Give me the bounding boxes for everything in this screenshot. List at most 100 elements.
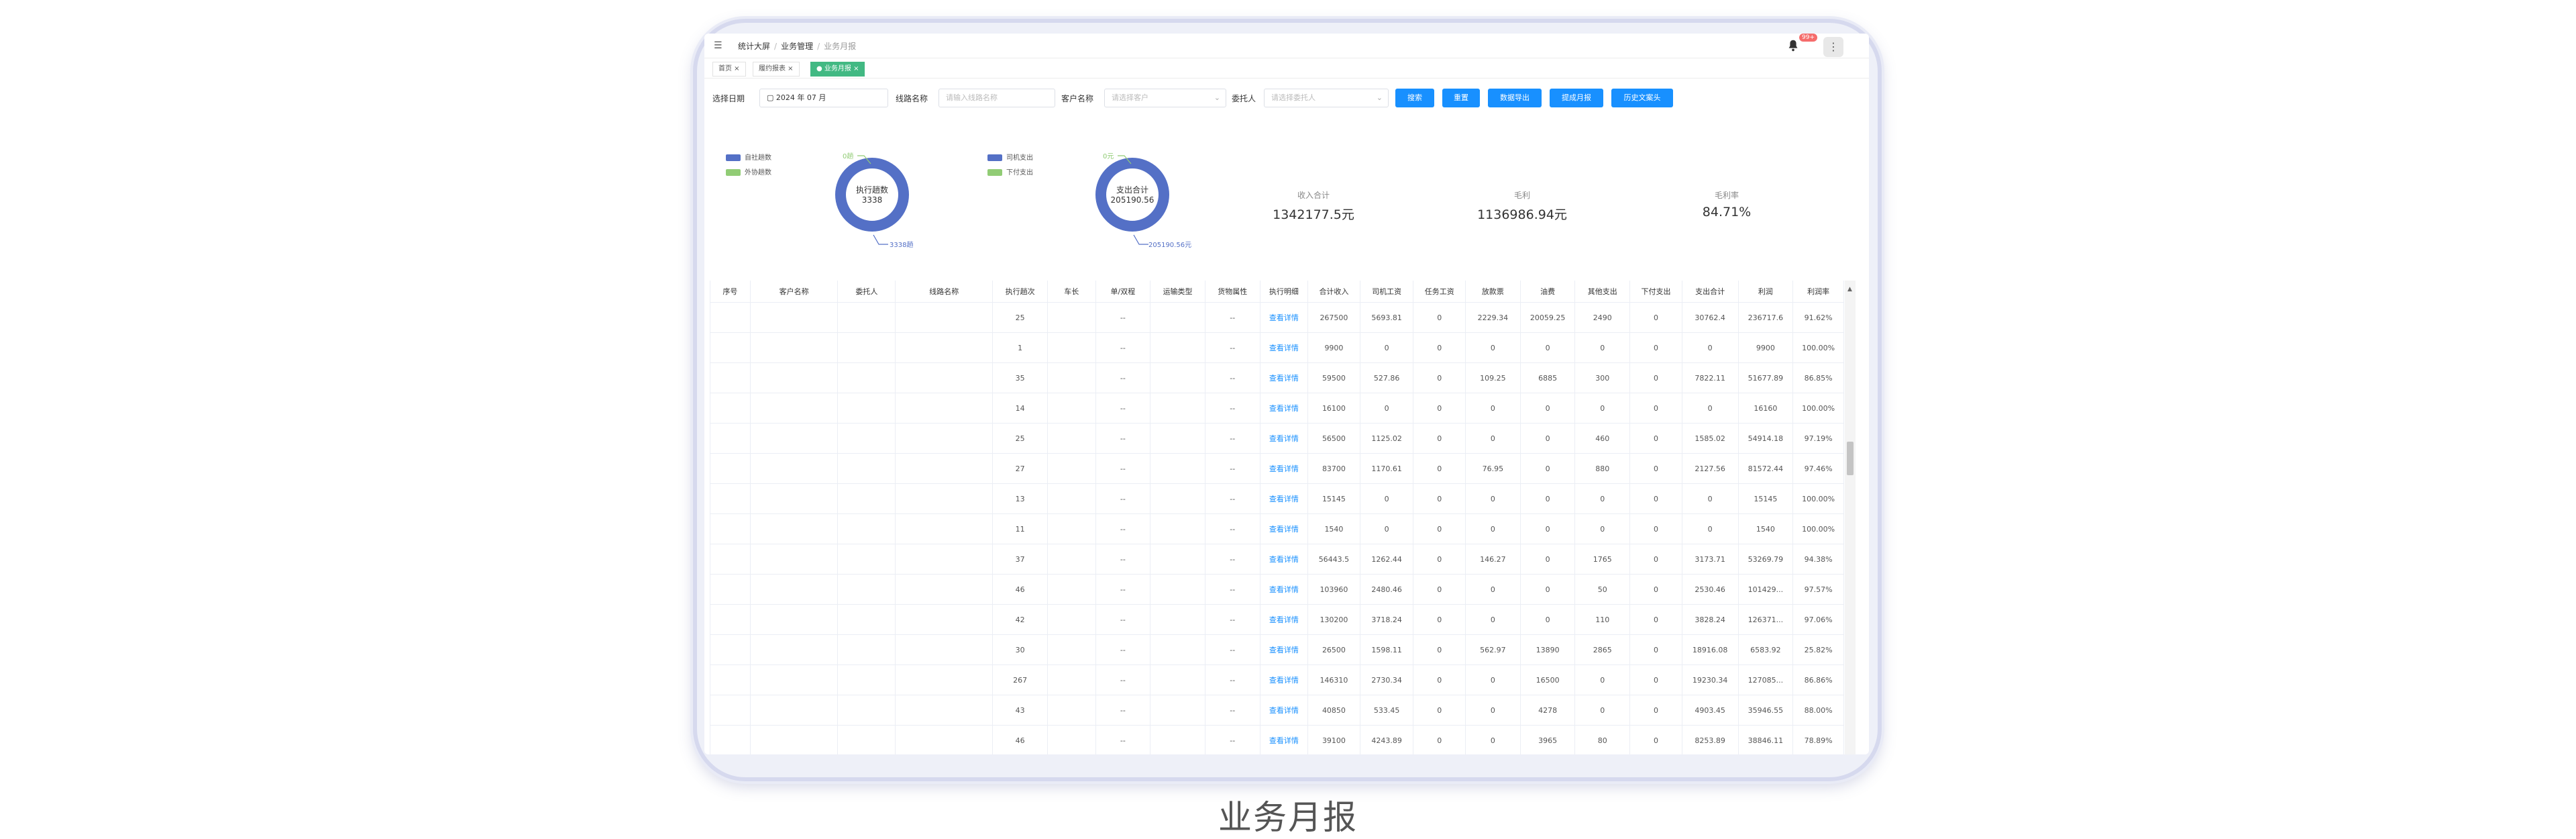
- table-cell: 76.95: [1465, 453, 1521, 484]
- table-cell: 0: [1413, 604, 1466, 635]
- route-input[interactable]: 请输入线路名称: [938, 89, 1055, 107]
- table-cell: 3828.24: [1682, 604, 1739, 635]
- table-cell: [1150, 423, 1205, 454]
- legend-swatch: [987, 169, 1002, 176]
- table-cell: 86.85%: [1792, 362, 1844, 393]
- table-cell: 0: [1360, 513, 1414, 544]
- table-cell: 0: [1360, 332, 1414, 363]
- view-details-link[interactable]: 查看详情: [1260, 725, 1309, 754]
- table-cell: [837, 574, 896, 605]
- table-row: 25 -- -- 查看详情 56500 1125.02 0 0 0 460 0 1585.02 5491…: [710, 423, 1844, 454]
- view-details-link[interactable]: 查看详情: [1260, 483, 1309, 514]
- tab-monthly-report[interactable]: ● 业务月报 ×: [810, 62, 865, 77]
- table-cell: 267: [992, 664, 1049, 695]
- table-cell: 78.89%: [1792, 725, 1844, 754]
- view-details-link[interactable]: 查看详情: [1260, 362, 1309, 393]
- view-details-link[interactable]: 查看详情: [1260, 453, 1309, 484]
- table-cell: 0: [1520, 604, 1576, 635]
- view-details-link[interactable]: 查看详情: [1260, 634, 1309, 665]
- table-cell: 19230.34: [1682, 664, 1739, 695]
- table-cell: 14: [992, 393, 1049, 424]
- column-header: 油费: [1520, 281, 1576, 303]
- table-cell: 13: [992, 483, 1049, 514]
- scroll-up-arrow-icon[interactable]: ▲: [1847, 286, 1852, 293]
- table-cell: --: [1205, 574, 1260, 605]
- view-details-link[interactable]: 查看详情: [1260, 302, 1309, 333]
- table-scrollbar[interactable]: ▲: [1845, 281, 1856, 754]
- table-cell: [1047, 725, 1096, 754]
- table-cell: 0: [1465, 393, 1521, 424]
- tab-home[interactable]: 首页 ×: [712, 62, 746, 77]
- table-cell: 25.82%: [1792, 634, 1844, 665]
- table-cell: 30: [992, 634, 1049, 665]
- view-details-link[interactable]: 查看详情: [1260, 664, 1309, 695]
- table-cell: 3965: [1520, 725, 1576, 754]
- table-cell: 2127.56: [1682, 453, 1739, 484]
- table-cell: 0: [1629, 483, 1682, 514]
- table-cell: 0: [1629, 423, 1682, 454]
- history-header-button[interactable]: 历史文案头: [1611, 89, 1673, 107]
- table-cell: 103960: [1307, 574, 1360, 605]
- view-details-link[interactable]: 查看详情: [1260, 393, 1309, 424]
- client-select[interactable]: 请选择委托人 ⌄: [1264, 89, 1389, 107]
- table-cell: [837, 634, 896, 665]
- date-label: 选择日期: [712, 94, 745, 103]
- table-body: 25 -- -- 查看详情 267500 5693.81 0 2229.34 20059.25 2…: [710, 302, 1844, 754]
- view-details-link[interactable]: 查看详情: [1260, 574, 1309, 605]
- table-cell: 0: [1413, 695, 1466, 726]
- table-cell: 15145: [1307, 483, 1360, 514]
- table-row: 46 -- -- 查看详情 103960 2480.46 0 0 0 50 0 2530.46 1014…: [710, 574, 1844, 605]
- table-cell: [750, 634, 839, 665]
- table-cell: [895, 695, 994, 726]
- table-cell: 86.86%: [1792, 664, 1844, 695]
- table-cell: --: [1205, 483, 1260, 514]
- hamburger-icon[interactable]: ☰: [714, 40, 722, 51]
- table-cell: 97.06%: [1792, 604, 1844, 635]
- commission-report-button[interactable]: 提成月报: [1550, 89, 1603, 107]
- table-cell: 130200: [1307, 604, 1360, 635]
- search-button[interactable]: 搜索: [1395, 89, 1434, 107]
- table-cell: [1150, 302, 1205, 333]
- table-cell: 26500: [1307, 634, 1360, 665]
- reset-button[interactable]: 重置: [1442, 89, 1480, 107]
- breadcrumb: 统计大屏 / 业务管理 / 业务月报: [738, 42, 857, 51]
- kpi-margin-label: 毛利率: [1714, 191, 1739, 200]
- scrollbar-thumb[interactable]: [1847, 442, 1854, 475]
- calendar-icon: ▢: [767, 93, 774, 102]
- table-cell: 97.46%: [1792, 453, 1844, 484]
- table-cell: 0: [1360, 483, 1414, 514]
- table-cell: 0: [1413, 664, 1466, 695]
- date-picker[interactable]: ▢ 2024 年 07 月: [759, 89, 888, 107]
- table-cell: --: [1095, 634, 1151, 665]
- table-cell: [710, 483, 751, 514]
- breadcrumb-item-dashboard[interactable]: 统计大屏: [738, 42, 770, 51]
- table-cell: [837, 664, 896, 695]
- table-cell: 0: [1465, 695, 1521, 726]
- app-screen: ☰ 统计大屏 / 业务管理 / 业务月报 99+ ⋮ 首页 × 履约报表 × ● 业务月…: [704, 34, 1869, 754]
- view-details-link[interactable]: 查看详情: [1260, 332, 1309, 363]
- breadcrumb-item-business[interactable]: 业务管理: [781, 42, 813, 51]
- table-cell: [837, 544, 896, 575]
- bell-icon[interactable]: [1786, 38, 1801, 53]
- table-cell: 2730.34: [1360, 664, 1414, 695]
- table-cell: 0: [1413, 362, 1466, 393]
- view-details-link[interactable]: 查看详情: [1260, 423, 1309, 454]
- table-cell: [895, 544, 994, 575]
- table-cell: 9900: [1307, 332, 1360, 363]
- table-cell: [750, 513, 839, 544]
- more-vertical-icon[interactable]: ⋮: [1823, 37, 1843, 57]
- table-cell: [1150, 393, 1205, 424]
- view-details-link[interactable]: 查看详情: [1260, 513, 1309, 544]
- table-cell: 83700: [1307, 453, 1360, 484]
- table-cell: [895, 634, 994, 665]
- table-cell: [837, 604, 896, 635]
- breadcrumb-item-current: 业务月报: [824, 42, 857, 51]
- view-details-link[interactable]: 查看详情: [1260, 695, 1309, 726]
- customer-select[interactable]: 请选择客户 ⌄: [1104, 89, 1226, 107]
- export-button[interactable]: 数据导出: [1488, 89, 1542, 107]
- expense-inner-label: 205190.56元: [1148, 242, 1192, 249]
- view-details-link[interactable]: 查看详情: [1260, 544, 1309, 575]
- view-details-link[interactable]: 查看详情: [1260, 604, 1309, 635]
- table-cell: 0: [1413, 483, 1466, 514]
- tab-fulfillment[interactable]: 履约报表 ×: [753, 62, 800, 77]
